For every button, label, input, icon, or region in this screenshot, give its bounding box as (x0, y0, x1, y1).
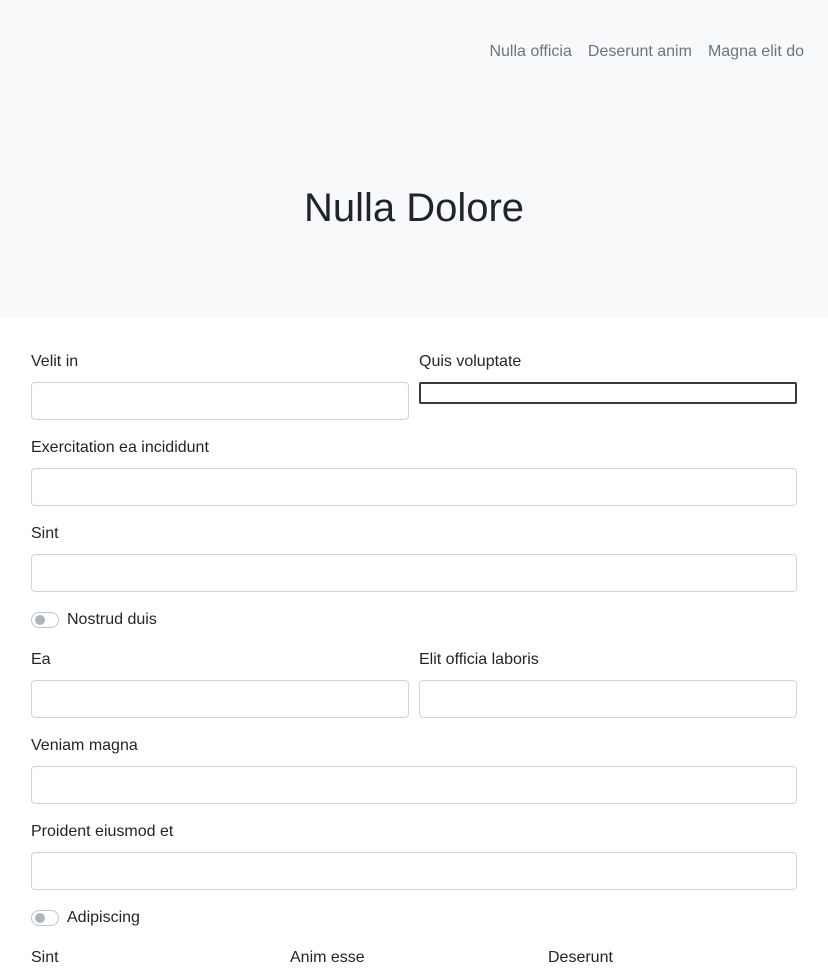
hero-header: Nulla officia Deserunt anim Magna elit d… (0, 0, 828, 318)
velit-in-input[interactable] (31, 382, 409, 420)
sint-label: Sint (31, 525, 59, 542)
proident-label: Proident eiusmod et (31, 823, 174, 840)
nav-link-magna-elit-do[interactable]: Magna elit do (708, 42, 804, 62)
top-nav: Nulla officia Deserunt anim Magna elit d… (489, 42, 804, 62)
veniam-magna-input[interactable] (31, 766, 797, 804)
sint-input[interactable] (31, 554, 797, 592)
anim-esse-label: Anim esse (290, 949, 365, 966)
ea-input[interactable] (31, 680, 409, 718)
nav-link-nulla-officia[interactable]: Nulla officia (489, 42, 571, 62)
sint-2-label: Sint (31, 949, 59, 966)
elit-officia-label: Elit officia laboris (419, 651, 539, 668)
switch-knob (35, 913, 45, 923)
proident-input[interactable] (31, 852, 797, 890)
nostrud-duis-switch[interactable] (31, 612, 59, 628)
deserunt-label: Deserunt (548, 949, 613, 966)
quis-voluptate-input[interactable] (419, 382, 797, 404)
page-title: Nulla Dolore (303, 186, 525, 230)
velit-in-label: Velit in (31, 353, 79, 370)
nostrud-duis-label: Nostrud duis (67, 611, 157, 628)
ea-label: Ea (31, 651, 51, 668)
quis-voluptate-label: Quis voluptate (419, 353, 522, 370)
elit-officia-input[interactable] (419, 680, 797, 718)
switch-knob (35, 615, 45, 625)
adipiscing-label: Adipiscing (67, 909, 140, 926)
nav-link-deserunt-anim[interactable]: Deserunt anim (588, 42, 692, 62)
exercitation-label: Exercitation ea incididunt (31, 439, 209, 456)
adipiscing-switch[interactable] (31, 910, 59, 926)
exercitation-input[interactable] (31, 468, 797, 506)
veniam-magna-label: Veniam magna (31, 737, 138, 754)
